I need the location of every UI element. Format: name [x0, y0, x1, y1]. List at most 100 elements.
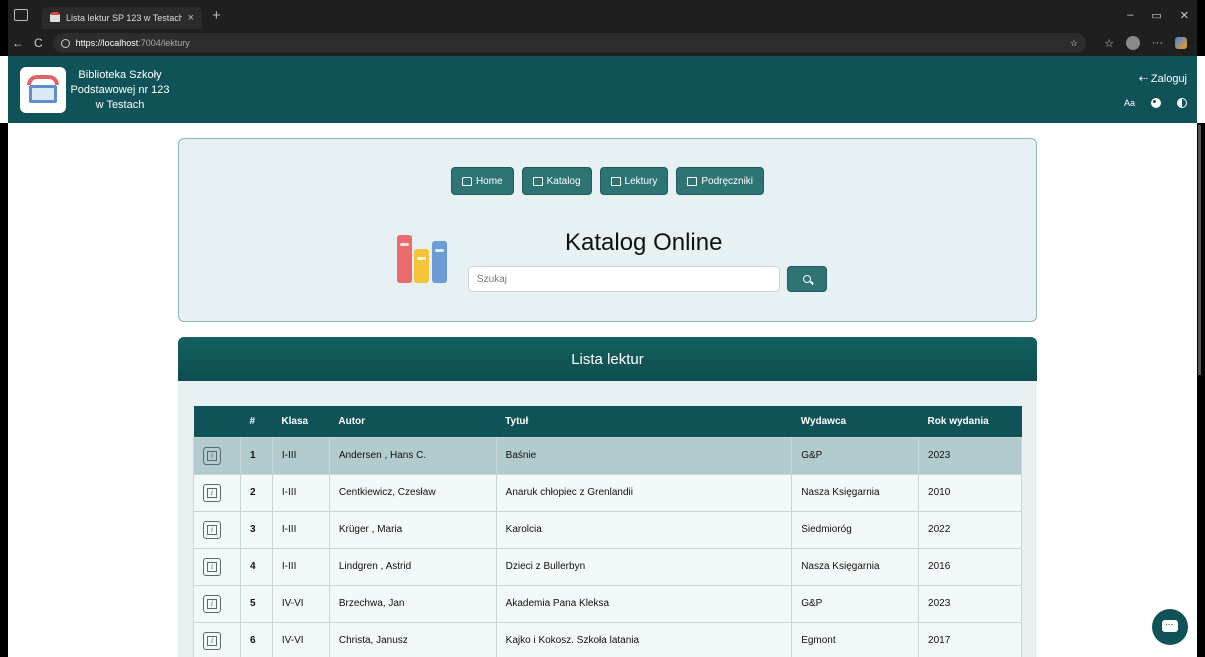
- row-autor: Andersen , Hans C.: [328, 436, 497, 475]
- login-link[interactable]: ⇠ Zaloguj: [1139, 72, 1187, 86]
- row-klasa: I-III: [271, 473, 330, 512]
- reading-list-table: # Klasa Autor Tytuł Wydawca Rok wydania …: [193, 406, 1022, 657]
- school-logo-icon[interactable]: [20, 67, 66, 113]
- table-row[interactable]: i 2 I-III Centkiewicz, Czesław Anaruk ch…: [193, 473, 1022, 512]
- search-panel: Home Katalog Lektury Podręczniki Katalog…: [178, 138, 1037, 322]
- address-row: ← C https://localhost:7004/lektury ☆ ☆ ·…: [8, 30, 1197, 56]
- row-rok: 2016: [918, 547, 1022, 586]
- row-klasa: IV-VI: [271, 621, 330, 657]
- minimize-icon[interactable]: –: [1127, 9, 1133, 22]
- address-bar[interactable]: https://localhost:7004/lektury ☆: [52, 33, 1087, 53]
- chat-button[interactable]: [1152, 609, 1188, 645]
- more-icon[interactable]: ···: [1152, 37, 1163, 49]
- row-action-cell: i: [193, 436, 241, 475]
- row-autor: Christa, Janusz: [328, 621, 497, 657]
- info-icon: i: [207, 635, 217, 646]
- info-button[interactable]: i: [203, 446, 221, 465]
- row-action-cell: i: [193, 510, 241, 549]
- info-icon: i: [207, 598, 217, 609]
- col-header-rok[interactable]: Rok wydania: [918, 406, 1022, 437]
- url-path: :7004/lektury: [138, 38, 190, 48]
- nav-lektury-label: Lektury: [624, 175, 658, 187]
- nav-home-button[interactable]: Home: [450, 167, 514, 195]
- table-row[interactable]: i 1 I-III Andersen , Hans C. Baśnie G&P …: [193, 436, 1022, 475]
- row-wydawca: Nasza Księgarnia: [791, 547, 920, 586]
- row-wydawca: G&P: [791, 584, 920, 623]
- copilot-icon[interactable]: [1175, 37, 1187, 49]
- font-size-button[interactable]: Aa: [1124, 98, 1135, 108]
- tab-close-icon[interactable]: ×: [188, 12, 194, 24]
- col-header-wydawca[interactable]: Wydawca: [791, 406, 919, 437]
- row-autor: Centkiewicz, Czesław: [328, 473, 497, 512]
- list-title: Lista lektur: [178, 337, 1037, 381]
- table-row[interactable]: i 6 IV-VI Christa, Janusz Kajko i Kokosz…: [193, 621, 1022, 657]
- nav-podreczniki-label: Podręczniki: [701, 175, 754, 187]
- catalog-title: Katalog Online: [565, 229, 723, 256]
- row-wydawca: Nasza Księgarnia: [791, 473, 920, 512]
- info-button[interactable]: i: [203, 631, 221, 650]
- reading-list-table-wrap: # Klasa Autor Tytuł Wydawca Rok wydania …: [193, 406, 1022, 657]
- books-illustration-icon: [397, 235, 451, 283]
- nav-katalog-label: Katalog: [546, 175, 581, 187]
- table-header-row: # Klasa Autor Tytuł Wydawca Rok wydania: [193, 406, 1022, 437]
- sidebar-toggle-icon[interactable]: [14, 9, 28, 21]
- row-wydawca: G&P: [791, 436, 920, 475]
- row-tytul: Anaruk chłopiec z Grenlandii: [495, 473, 793, 512]
- contrast-icon[interactable]: [1177, 98, 1187, 108]
- row-autor: Krüger , Maria: [328, 510, 497, 549]
- table-row[interactable]: i 4 I-III Lindgren , Astrid Dzieci z Bul…: [193, 547, 1022, 586]
- nav-katalog-button[interactable]: Katalog: [521, 167, 592, 195]
- row-number: 5: [239, 584, 273, 623]
- search-button[interactable]: [787, 266, 827, 292]
- row-autor: Lindgren , Astrid: [328, 547, 497, 586]
- row-klasa: I-III: [271, 547, 330, 586]
- info-button[interactable]: i: [203, 483, 221, 502]
- nav-podreczniki-button[interactable]: Podręczniki: [676, 167, 765, 195]
- info-button[interactable]: i: [203, 594, 221, 613]
- back-icon[interactable]: ←: [12, 36, 24, 50]
- window-left-edge: [0, 123, 8, 657]
- info-button[interactable]: i: [203, 557, 221, 576]
- row-number: 6: [239, 621, 273, 657]
- row-wydawca: Siedmioróg: [791, 510, 920, 549]
- window-controls: – ▭ ✕: [1127, 9, 1197, 22]
- table-row[interactable]: i 3 I-III Krüger , Maria Karolcia Siedmi…: [193, 510, 1022, 549]
- lock-icon[interactable]: [60, 38, 70, 48]
- profile-avatar-icon[interactable]: [1126, 36, 1140, 50]
- browser-tab[interactable]: Lista lektur SP 123 w Testach ×: [42, 7, 202, 29]
- favorites-icon[interactable]: ☆: [1104, 37, 1114, 50]
- row-number: 3: [239, 510, 273, 549]
- search-input[interactable]: [468, 266, 780, 292]
- new-tab-icon[interactable]: +: [212, 7, 221, 24]
- main-nav: Home Katalog Lektury Podręczniki: [179, 167, 1036, 195]
- close-window-icon[interactable]: ✕: [1180, 9, 1189, 22]
- palette-icon[interactable]: [1151, 98, 1161, 108]
- accessibility-tools: Aa: [1124, 98, 1187, 108]
- logo-roof: [27, 75, 59, 85]
- table-row[interactable]: i 5 IV-VI Brzechwa, Jan Akademia Pana Kl…: [193, 584, 1022, 623]
- col-header-autor[interactable]: Autor: [329, 406, 497, 437]
- chat-bubble-icon: [1162, 617, 1178, 632]
- col-header-action: [193, 406, 241, 437]
- nav-lektury-button[interactable]: Lektury: [599, 167, 669, 195]
- restore-icon[interactable]: ▭: [1151, 9, 1161, 22]
- book-yellow: [414, 249, 429, 283]
- row-action-cell: i: [193, 584, 241, 623]
- home-icon: [461, 176, 472, 186]
- row-tytul: Dzieci z Bullerbyn: [495, 547, 793, 586]
- reading-list-card: Lista lektur # Klasa Autor Tytuł Wydawca…: [178, 337, 1037, 657]
- row-rok: 2010: [918, 473, 1022, 512]
- school-name[interactable]: Biblioteka Szkoły Podstawowej nr 123 w T…: [70, 68, 170, 113]
- info-button[interactable]: i: [203, 520, 221, 539]
- info-icon: i: [207, 450, 217, 461]
- scrollbar-thumb[interactable]: [1198, 125, 1201, 375]
- book-icon: [610, 176, 621, 186]
- reload-icon[interactable]: C: [34, 36, 43, 50]
- col-header-klasa[interactable]: Klasa: [272, 406, 330, 437]
- col-header-number[interactable]: #: [240, 406, 273, 437]
- info-icon: i: [207, 487, 217, 498]
- browser-chrome: Lista lektur SP 123 w Testach × + – ▭ ✕ …: [0, 0, 1205, 56]
- favicon-icon: [50, 12, 60, 22]
- star-icon[interactable]: ☆: [1070, 38, 1078, 49]
- col-header-tytul[interactable]: Tytuł: [496, 406, 792, 437]
